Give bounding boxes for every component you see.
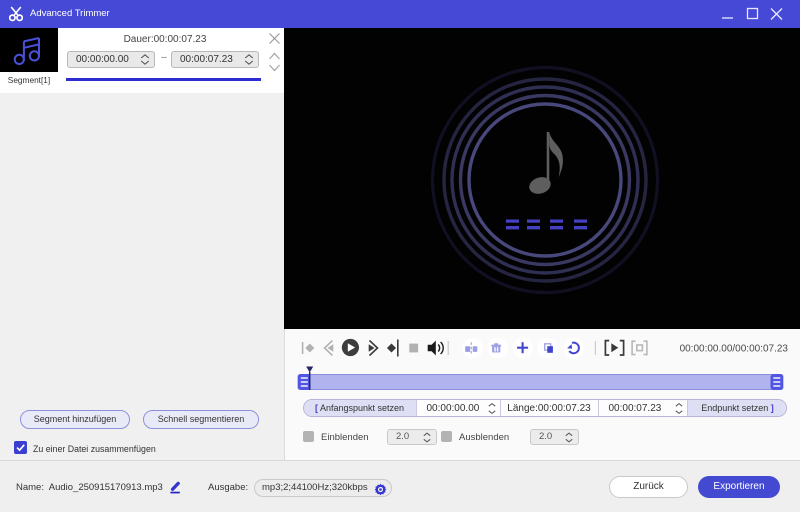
svg-text:00:00:00.00/00:00:07.23: 00:00:00.00/00:00:07.23 [680, 344, 789, 355]
